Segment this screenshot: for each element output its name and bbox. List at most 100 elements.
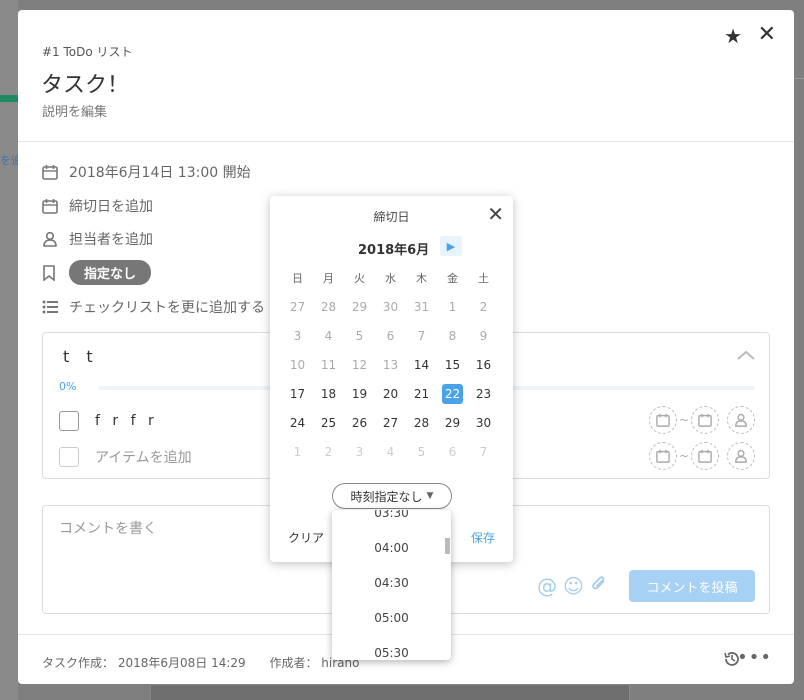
task-title[interactable]: タスク！	[41, 67, 129, 99]
start-date-icon[interactable]	[648, 406, 677, 434]
weekday-header: 金	[447, 271, 458, 285]
calendar-day[interactable]: 7	[406, 321, 437, 350]
calendar-day[interactable]: 26	[344, 408, 375, 437]
calendar-day[interactable]: 1	[282, 437, 313, 466]
due-date-picker: 締切日 ✕ 2018年6月 ▶ 日月火水木金土 27 28 29 30 31 1 2 3 4 5 6 7…	[270, 196, 513, 562]
assignee-icon[interactable]	[727, 442, 755, 470]
calendar-day[interactable]: 23	[468, 379, 499, 408]
at-icon[interactable]: @	[537, 574, 557, 598]
time-select-value: 時刻指定なし	[350, 489, 423, 504]
weekday-header: 火	[354, 271, 365, 285]
calendar-day[interactable]: 30	[375, 292, 406, 321]
footer-info: タスク作成： 2018年6月08日 14:29 作成者： hirano	[42, 654, 379, 671]
due-date-icon[interactable]	[691, 442, 719, 470]
calendar-day[interactable]: 28	[406, 408, 437, 437]
chevron-up-icon[interactable]	[737, 345, 755, 364]
weekday-header: 木	[416, 271, 427, 285]
calendar-day[interactable]: 4	[313, 321, 344, 350]
more-icon[interactable]: •••	[737, 647, 772, 668]
save-button[interactable]: 保存	[471, 529, 495, 546]
clear-button[interactable]: クリア	[288, 529, 324, 546]
tag-row[interactable]: 指定なし	[42, 260, 152, 285]
post-comment-button[interactable]: コメントを投稿	[629, 570, 755, 602]
close-icon[interactable]: ✕	[487, 202, 504, 226]
due-date-row[interactable]: 締切日を追加	[42, 196, 153, 216]
breadcrumb[interactable]: #1 ToDo リスト	[42, 43, 133, 60]
item-actions: ~	[648, 406, 755, 434]
start-date-icon[interactable]	[648, 442, 677, 470]
add-checklist-row[interactable]: チェックリストを更に追加する	[42, 297, 265, 317]
calendar-day[interactable]: 11	[313, 350, 344, 379]
due-date-icon[interactable]	[691, 406, 719, 434]
start-date-row[interactable]: 2018年6月14日 13:00 開始	[42, 162, 251, 182]
calendar-day[interactable]: 10	[282, 350, 313, 379]
list-icon	[42, 300, 62, 314]
calendar-day[interactable]: 30	[468, 408, 499, 437]
time-option[interactable]: 05:30	[332, 646, 451, 660]
calendar-day[interactable]: 5	[406, 437, 437, 466]
calendar-day[interactable]: 3	[344, 437, 375, 466]
time-option[interactable]: 05:00	[332, 611, 451, 625]
assignee-icon[interactable]	[727, 406, 755, 434]
calendar-day[interactable]: 19	[344, 379, 375, 408]
calendar-day[interactable]: 29	[437, 408, 468, 437]
calendar-day[interactable]: 17	[282, 379, 313, 408]
edit-description[interactable]: 説明を編集	[42, 101, 107, 120]
add-item-label[interactable]: アイテムを追加	[95, 447, 192, 467]
background-app	[0, 0, 18, 700]
calendar-day[interactable]: 22	[437, 379, 468, 408]
star-icon[interactable]: ★	[724, 24, 742, 48]
calendar-day[interactable]: 6	[437, 437, 468, 466]
calendar-day[interactable]: 8	[437, 321, 468, 350]
assignee-row[interactable]: 担当者を追加	[42, 229, 153, 249]
calendar-day[interactable]: 13	[375, 350, 406, 379]
picker-title: 締切日	[373, 210, 410, 224]
calendar-day[interactable]: 3	[282, 321, 313, 350]
calendar-day[interactable]: 27	[375, 408, 406, 437]
background-progress-bar	[0, 95, 18, 102]
calendar-day[interactable]: 6	[375, 321, 406, 350]
calendar-icon	[42, 198, 62, 214]
arrow-right-icon[interactable]: ▶	[440, 236, 462, 256]
checklist-title[interactable]: t t	[63, 347, 99, 366]
close-icon[interactable]: ✕	[758, 22, 776, 47]
item-checkbox[interactable]	[59, 411, 79, 431]
calendar-day[interactable]: 9	[468, 321, 499, 350]
calendar-day[interactable]: 29	[344, 292, 375, 321]
calendar-day[interactable]: 27	[282, 292, 313, 321]
calendar-day[interactable]: 16	[468, 350, 499, 379]
calendar-day[interactable]: 5	[344, 321, 375, 350]
item-label[interactable]: f r f r	[95, 413, 158, 429]
calendar-day[interactable]: 31	[406, 292, 437, 321]
time-option[interactable]: 04:30	[332, 576, 451, 590]
scrollbar-thumb[interactable]	[445, 538, 450, 554]
add-item-row: アイテムを追加	[59, 447, 192, 467]
weekday-header: 土	[478, 271, 489, 285]
calendar-day[interactable]: 28	[313, 292, 344, 321]
calendar-day[interactable]: 7	[468, 437, 499, 466]
calendar-day[interactable]: 1	[437, 292, 468, 321]
start-date-label: 2018年6月14日 13:00 開始	[69, 165, 251, 181]
calendar-day[interactable]: 4	[375, 437, 406, 466]
calendar-day[interactable]: 25	[313, 408, 344, 437]
date-range-separator: ~	[678, 449, 689, 463]
calendar-day[interactable]: 24	[282, 408, 313, 437]
calendar-day[interactable]: 2	[468, 292, 499, 321]
calendar-day[interactable]: 2	[313, 437, 344, 466]
paperclip-icon[interactable]	[590, 574, 608, 598]
tag-badge[interactable]: 指定なし	[69, 260, 152, 285]
time-select[interactable]: 時刻指定なし ▼	[332, 483, 452, 509]
time-dropdown[interactable]: 03:30 04:00 04:30 05:00 05:30	[332, 510, 451, 660]
time-option[interactable]: 03:30	[332, 510, 451, 520]
calendar-icon	[42, 164, 62, 180]
chevron-down-icon: ▼	[426, 491, 434, 501]
calendar-day[interactable]: 21	[406, 379, 437, 408]
calendar-day[interactable]: 20	[375, 379, 406, 408]
calendar-day[interactable]: 12	[344, 350, 375, 379]
calendar-day[interactable]: 14	[406, 350, 437, 379]
smile-icon[interactable]: ☺	[563, 574, 584, 598]
background-card	[150, 684, 630, 700]
calendar-day[interactable]: 18	[313, 379, 344, 408]
time-option[interactable]: 04:00	[332, 541, 451, 555]
calendar-day[interactable]: 15	[437, 350, 468, 379]
